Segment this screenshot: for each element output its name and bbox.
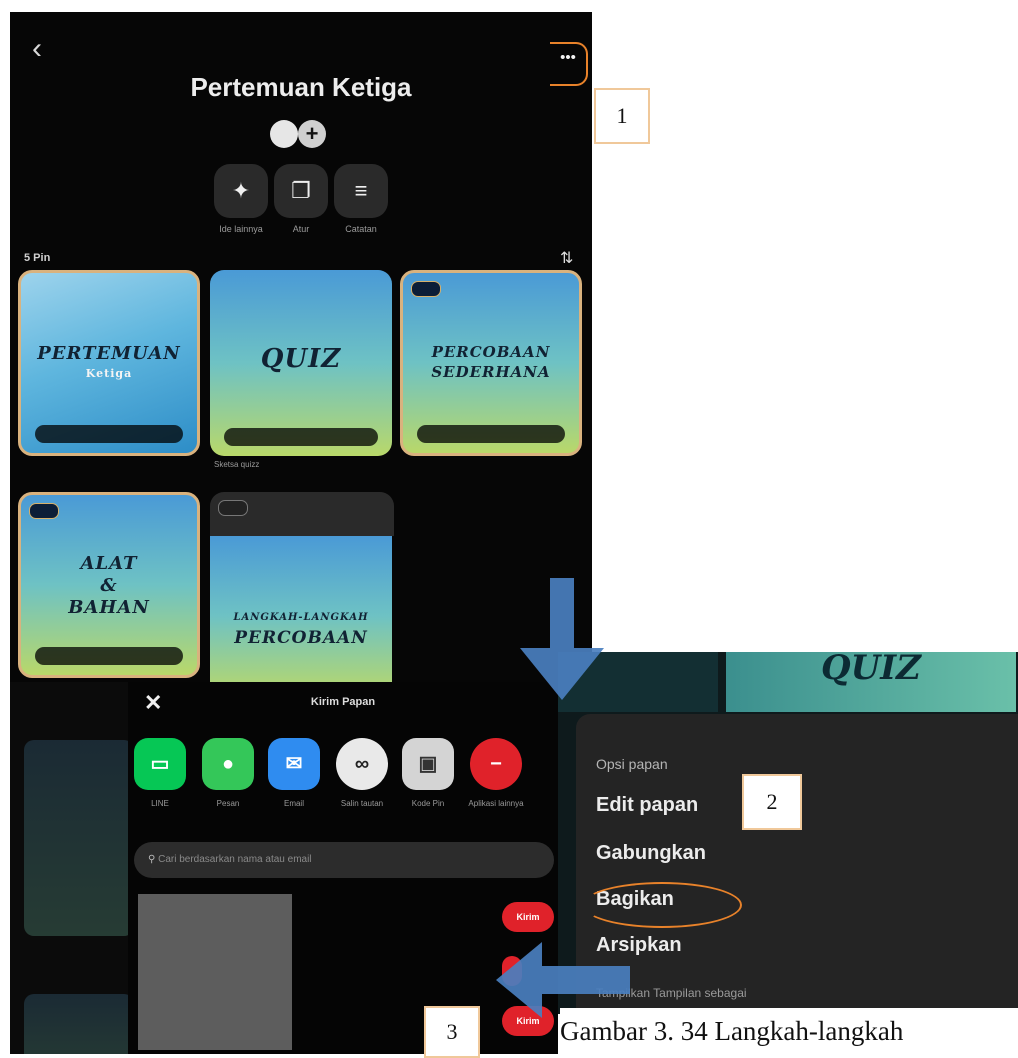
pin-title-line1: LANGKAH-LANGKAH — [233, 612, 369, 623]
pin-title-line2: SEDERHANA — [431, 363, 551, 381]
dimmed-pin — [24, 740, 128, 936]
notes-label: Catatan — [345, 224, 377, 234]
pin-stats-bar — [224, 428, 378, 446]
pin-subtitle: Ketiga — [85, 367, 133, 380]
callout-step-2: 2 — [742, 774, 802, 830]
pin-stats-bar — [35, 647, 183, 665]
add-collaborator-button[interactable]: + — [298, 120, 326, 148]
line-icon: ▭ — [150, 753, 170, 775]
pin-count: 5 Pin — [24, 252, 51, 264]
contact-thumbnail — [138, 894, 292, 1050]
pin-card-percobaan[interactable]: PERCOBAAN SEDERHANA — [400, 270, 582, 456]
menu-item-merge[interactable]: Gabungkan — [596, 842, 706, 865]
figure-caption: Gambar 3. 34 Langkah-langkah — [560, 1008, 1018, 1054]
callout-step-3: 3 — [424, 1006, 480, 1058]
highlight-circle — [582, 882, 742, 928]
notes-icon: ≡ — [354, 178, 368, 203]
pin-card-pertemuan[interactable]: PERTEMUAN Ketiga — [18, 270, 200, 456]
dimmed-board-background — [10, 682, 128, 1054]
messages-icon: ● — [221, 753, 235, 775]
search-placeholder: Cari berdasarkan nama atau email — [158, 854, 312, 865]
share-title: Kirim Papan — [310, 696, 376, 708]
pin-title: QUIZ — [260, 344, 342, 374]
pin-title: PERTEMUAN — [37, 343, 181, 364]
pin-stats-bar — [35, 425, 183, 443]
options-menu: Opsi papan Edit papan Gabungkan Bagikan … — [576, 714, 1018, 1014]
board-screenshot: ‹ ••• Pertemuan Ketiga + ✦ ❐ ≡ Ide lainn… — [10, 12, 592, 772]
mail-icon: ✉ — [285, 753, 303, 775]
callout-step-1: 1 — [594, 88, 650, 144]
search-input[interactable]: ⚲ Cari berdasarkan nama atau email — [134, 842, 554, 878]
copy-link-button[interactable]: ∞ — [336, 738, 388, 790]
pin-badge — [29, 503, 59, 519]
more-apps-icon: − — [490, 753, 502, 775]
pin-title-line1: ALAT — [80, 553, 138, 574]
pin-badge — [218, 500, 248, 516]
pin-title-line2: PERCOBAAN — [234, 628, 368, 648]
avatar[interactable] — [270, 120, 298, 148]
sparkle-icon: ✦ — [231, 178, 251, 203]
messages-app-button[interactable]: ● — [202, 738, 254, 790]
pin-header — [210, 492, 394, 536]
pincode-icon: ▣ — [418, 753, 438, 775]
back-arrow-icon[interactable]: ‹ — [32, 34, 42, 64]
board-title: Pertemuan Ketiga — [190, 72, 412, 102]
search-icon: ⚲ — [148, 854, 159, 865]
app-label: Email — [283, 799, 304, 808]
app-label: Kode Pin — [411, 799, 445, 808]
dimmed-pin — [24, 994, 128, 1054]
background-pin-title: QUIZ — [821, 652, 921, 688]
menu-item-edit-board[interactable]: Edit papan — [596, 794, 698, 817]
down-arrow-icon — [520, 578, 604, 700]
pin-stats-bar — [417, 425, 565, 443]
app-label: LINE — [151, 799, 169, 808]
pin-caption: Sketsa quizz — [214, 460, 260, 469]
organize-button[interactable]: ❐ — [274, 164, 328, 218]
pin-card-quiz[interactable]: QUIZ — [210, 270, 392, 456]
link-icon: ∞ — [354, 753, 370, 775]
email-app-button[interactable]: ✉ — [268, 738, 320, 790]
pin-title-line2: & — [100, 575, 118, 596]
pin-card-langkah[interactable]: LANGKAH-LANGKAH PERCOBAAN — [210, 536, 392, 696]
notes-button[interactable]: ≡ — [334, 164, 388, 218]
organize-icon: ❐ — [291, 178, 311, 203]
line-app-button[interactable]: ▭ — [134, 738, 186, 790]
sort-icon[interactable]: ⇅ — [560, 248, 573, 268]
options-heading: Opsi papan — [596, 756, 668, 772]
send-button[interactable]: Kirim — [502, 902, 554, 932]
app-label: Salin tautan — [340, 799, 384, 808]
pin-title-line1: PERCOBAAN — [431, 343, 551, 361]
pin-badge — [411, 281, 441, 297]
pin-title-line3: BAHAN — [68, 597, 150, 618]
app-label: Pesan — [216, 799, 240, 808]
more-apps-button[interactable]: − — [470, 738, 522, 790]
ideas-button[interactable]: ✦ — [214, 164, 268, 218]
pincode-button[interactable]: ▣ — [402, 738, 454, 790]
app-label: Aplikasi lainnya — [468, 799, 524, 808]
pin-card-alat-bahan[interactable]: ALAT & BAHAN — [18, 492, 200, 678]
